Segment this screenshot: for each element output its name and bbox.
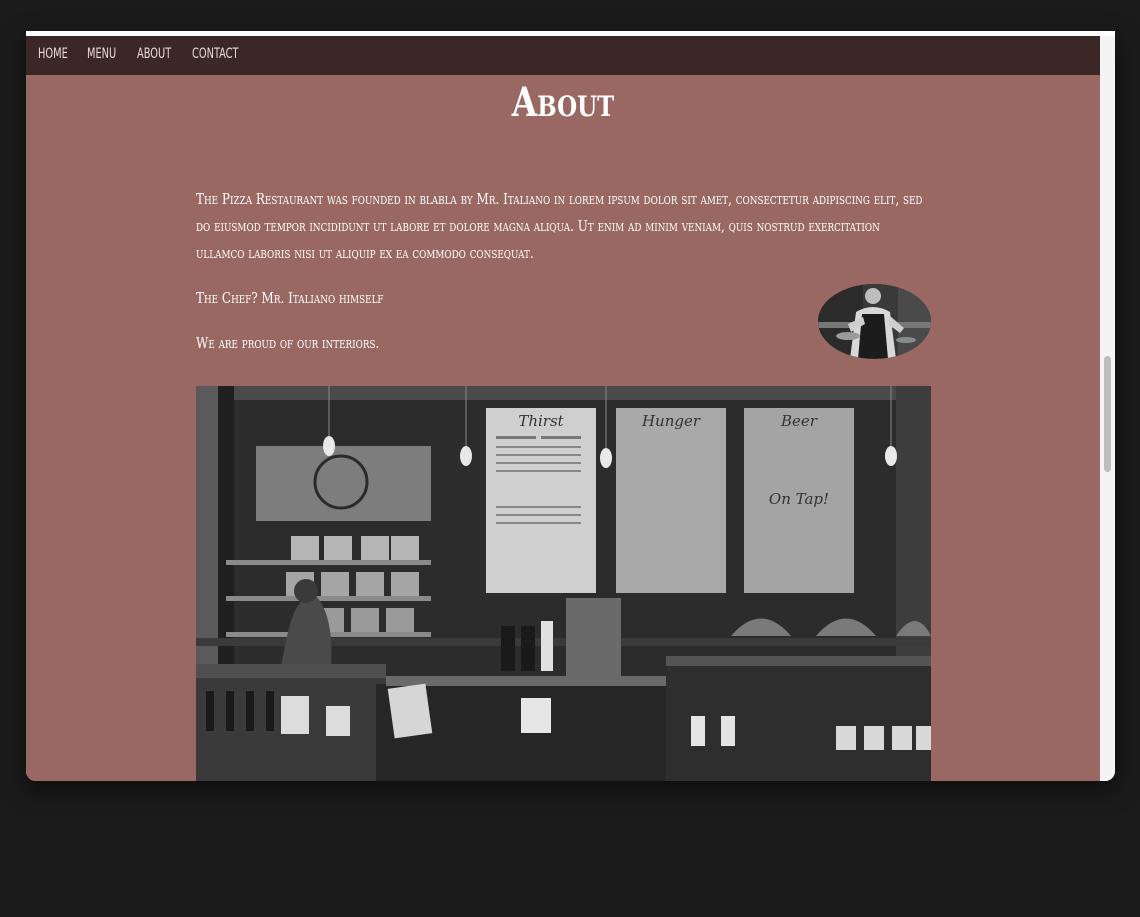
board-beer-text: Beer — [780, 412, 818, 430]
about-intro-text: The Pizza Restaurant was founded in blab… — [196, 190, 923, 262]
nav-link-home[interactable]: home — [38, 46, 68, 62]
browser-window: home menu about contact About The Pizza … — [26, 31, 1115, 781]
scrollbar-thumb[interactable] — [1104, 356, 1111, 472]
nav-link-about[interactable]: about — [137, 46, 171, 62]
board-on-tap-text: On Tap! — [769, 490, 829, 508]
chef-photo — [818, 284, 931, 359]
chef-photo-graphic — [818, 284, 931, 359]
top-navbar: home menu about contact — [26, 36, 1100, 75]
interior-photo-graphic: Thirst Hunger Beer On Tap! — [196, 386, 931, 781]
nav-link-contact[interactable]: contact — [192, 46, 238, 62]
board-hunger-text: Hunger — [641, 412, 701, 430]
interior-photo: Thirst Hunger Beer On Tap! — [196, 386, 931, 781]
nav-link-menu[interactable]: menu — [87, 46, 116, 62]
page-title: About — [511, 79, 615, 126]
vertical-scrollbar[interactable] — [1100, 36, 1115, 781]
board-thirst-text: Thirst — [518, 412, 564, 430]
page-viewport: home menu about contact About The Pizza … — [26, 36, 1100, 781]
